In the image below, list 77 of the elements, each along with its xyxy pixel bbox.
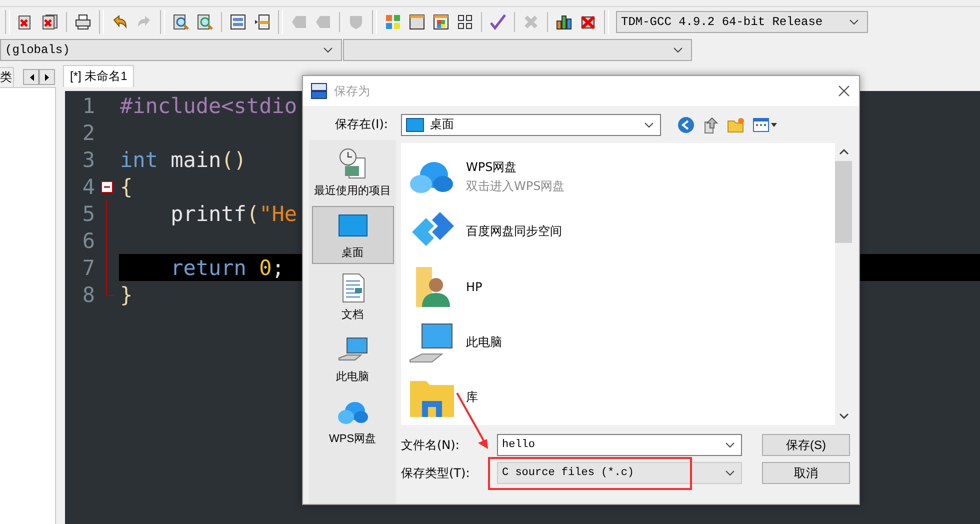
chevron-down-icon: [673, 47, 683, 53]
line-number: 2: [81, 120, 95, 144]
file-name[interactable]: 库: [466, 388, 478, 406]
place-item[interactable]: 此电脑: [312, 330, 394, 388]
file-name[interactable]: WPS网盘: [466, 158, 565, 176]
scope-dropdown[interactable]: (globals): [0, 39, 342, 61]
code-line: }: [120, 282, 133, 306]
chevron-down-icon: [725, 470, 735, 476]
line-number: 3: [81, 148, 95, 172]
bar-chart-icon: [556, 14, 572, 30]
documents-x-icon: [42, 14, 58, 30]
printer-icon: [75, 14, 91, 30]
close-icon: [838, 85, 850, 97]
line-number: 5: [81, 202, 95, 226]
line-number: 8: [81, 282, 95, 306]
grid-icon: [457, 14, 473, 30]
place-item[interactable]: WPS网盘: [312, 392, 394, 450]
search-next-icon: [197, 14, 213, 30]
panel-icon: [230, 14, 246, 30]
tag-icon: [315, 14, 331, 30]
scroll-down-icon[interactable]: [838, 413, 848, 419]
back-icon[interactable]: [677, 116, 695, 134]
cancel-button[interactable]: 取消: [762, 462, 850, 484]
search-icon: [173, 14, 189, 30]
code-line: {: [120, 174, 133, 198]
compiler-dropdown[interactable]: TDM-GCC 4.9.2 64-bit Release: [616, 11, 868, 33]
shield-icon: [348, 14, 364, 30]
dialog-title: 保存为: [334, 82, 371, 100]
up-folder-icon[interactable]: [703, 116, 719, 134]
chevron-down-icon: [849, 19, 859, 25]
place-item[interactable]: 桌面: [312, 206, 394, 264]
place-item[interactable]: 文档: [312, 268, 394, 326]
file-subtitle: 双击进入WPS网盘: [466, 178, 565, 195]
clock-document-icon: [336, 148, 368, 180]
line-number: 6: [81, 228, 95, 252]
undo-icon: [112, 14, 128, 30]
scroll-left-button[interactable]: [23, 69, 39, 85]
scroll-thumb[interactable]: [835, 161, 852, 243]
look-in-label: 保存在(I):: [334, 116, 389, 133]
chevron-down-icon: [644, 122, 654, 128]
editor-tab[interactable]: [*] 未命名1: [63, 65, 134, 87]
chevron-down-icon: [725, 442, 735, 448]
scroll-up-icon[interactable]: [838, 149, 848, 155]
fold-toggle-icon[interactable]: [101, 180, 113, 192]
place-item[interactable]: 最近使用的项目: [312, 144, 394, 202]
chevron-down-icon: [323, 47, 333, 53]
code-line: int main(): [120, 148, 246, 172]
code-line: return 0;: [170, 256, 284, 280]
triangle-right-icon: [44, 74, 50, 80]
look-in-dropdown[interactable]: 桌面: [401, 114, 661, 136]
file-name-label: 文件名(N):: [401, 436, 460, 454]
app-icon: [311, 83, 327, 99]
triangle-left-icon: [28, 74, 34, 80]
code-line: #include<stdio: [120, 94, 298, 118]
panel-tab[interactable]: 类: [0, 67, 14, 87]
check-icon: [490, 14, 506, 30]
cross-icon: [523, 14, 539, 30]
desktop-icon: [406, 118, 424, 132]
crossed-box-icon: [580, 14, 596, 30]
new-folder-icon[interactable]: [727, 116, 745, 132]
tiles-icon: [385, 14, 401, 30]
file-type-label: 保存类型(T):: [401, 464, 471, 482]
window-icon: [409, 14, 425, 30]
file-name[interactable]: 百度网盘同步空间: [466, 223, 562, 240]
view-menu-icon[interactable]: [753, 116, 777, 132]
code-line: printf("He: [170, 202, 298, 226]
color-window-icon: [433, 14, 449, 30]
split-icon: [254, 14, 270, 30]
file-type-dropdown[interactable]: C source files (*.c): [497, 462, 742, 484]
line-number: 1: [81, 94, 95, 118]
line-number: 4: [81, 174, 95, 198]
save-button[interactable]: 保存(S): [762, 434, 850, 456]
file-name[interactable]: 此电脑: [466, 334, 502, 351]
file-name-field[interactable]: hello: [497, 434, 742, 456]
scroll-right-button[interactable]: [39, 69, 55, 85]
file-name[interactable]: HP: [466, 280, 482, 294]
tag-icon: [291, 14, 307, 30]
